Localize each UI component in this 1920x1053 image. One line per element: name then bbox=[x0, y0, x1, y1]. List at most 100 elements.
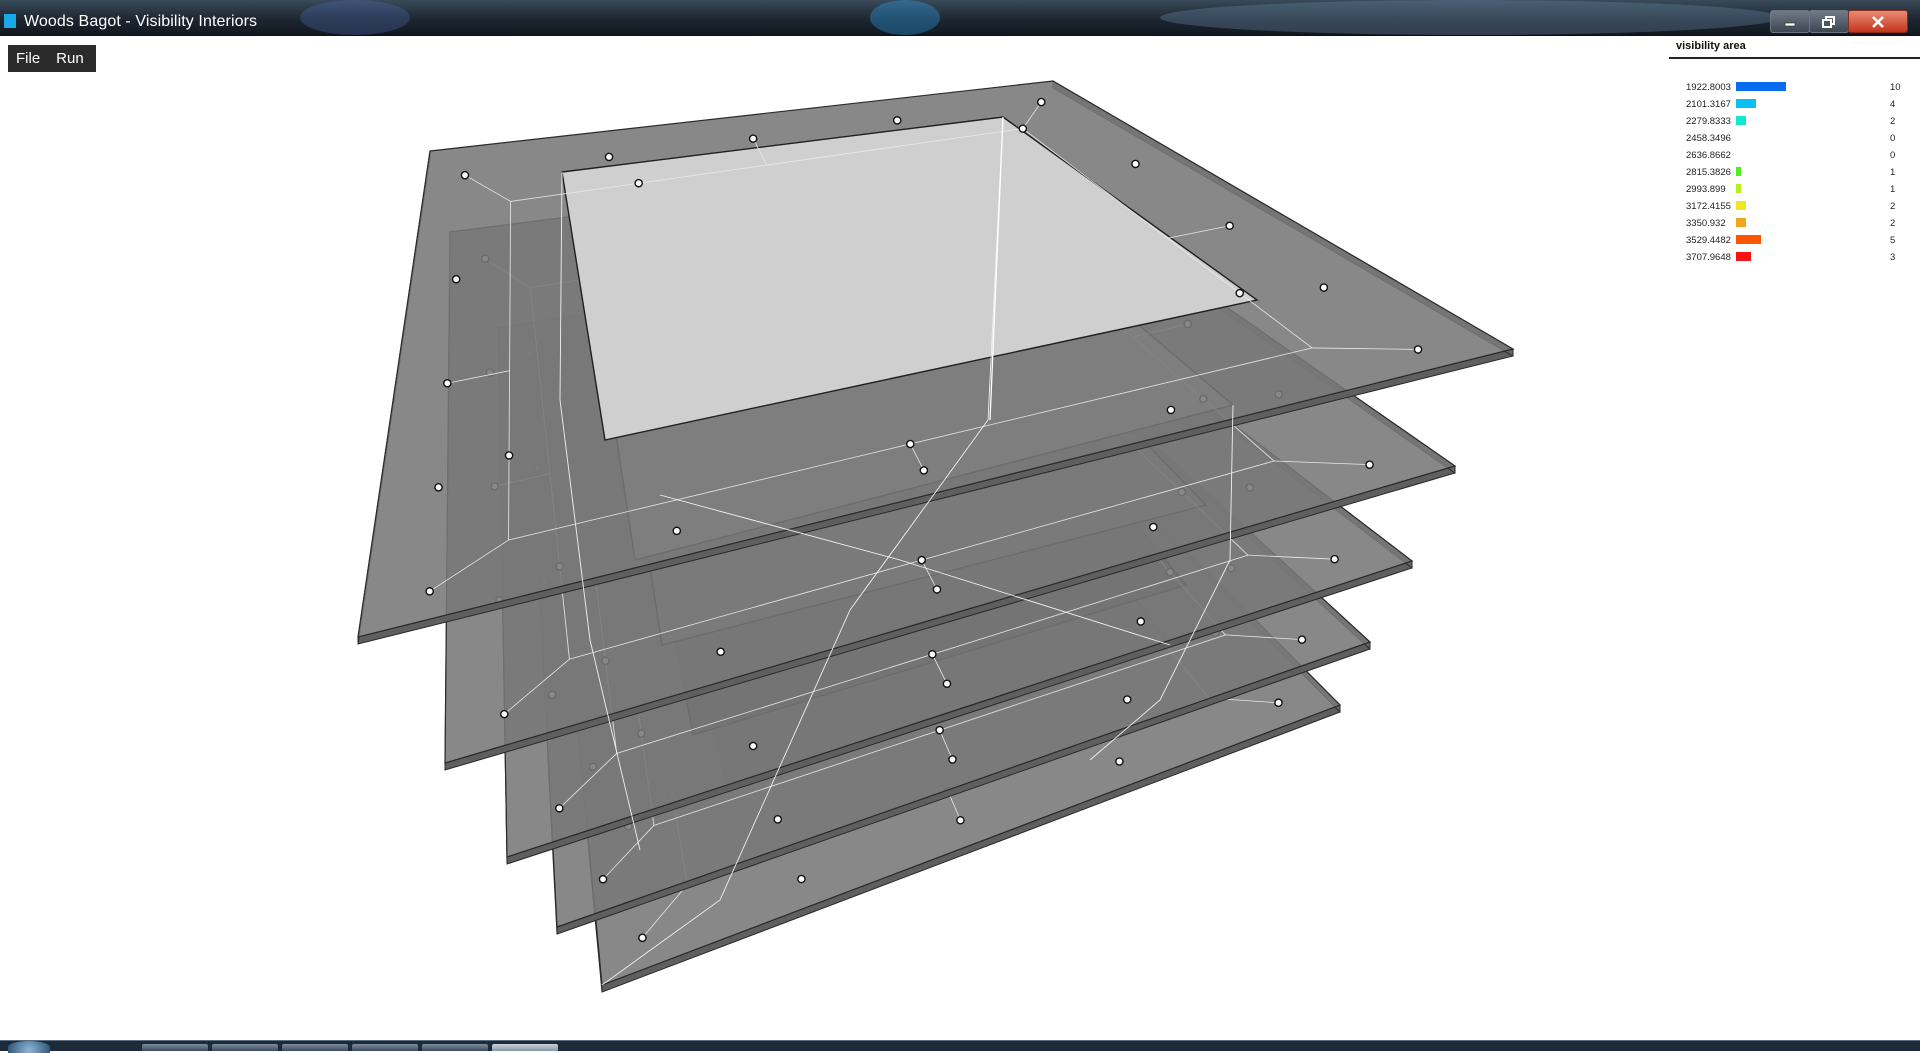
legend-row: 3172.4155 2 bbox=[1668, 199, 1920, 213]
legend-value: 3529.4482 bbox=[1686, 235, 1731, 246]
legend-value: 3707.9648 bbox=[1686, 252, 1731, 263]
node-point bbox=[1225, 221, 1234, 231]
node-point bbox=[1319, 283, 1329, 292]
legend-divider bbox=[1669, 57, 1920, 59]
legend-row: 2279.8333 2 bbox=[1668, 114, 1920, 128]
node-point bbox=[1365, 460, 1374, 469]
menu-file[interactable]: File bbox=[8, 50, 48, 67]
node-point bbox=[935, 725, 944, 735]
close-icon bbox=[1872, 15, 1884, 28]
legend-count: 3 bbox=[1890, 252, 1896, 263]
node-point bbox=[1136, 617, 1146, 626]
node-point bbox=[1413, 345, 1423, 354]
legend-bar bbox=[1736, 184, 1741, 193]
legend-bar bbox=[1736, 167, 1741, 176]
legend-count: 10 bbox=[1890, 82, 1901, 93]
legend-value: 2636.8662 bbox=[1686, 150, 1731, 161]
title-bar: Woods Bagot - Visibility Interiors bbox=[0, 0, 1920, 36]
legend-bar bbox=[1736, 82, 1786, 91]
node-point bbox=[1166, 405, 1176, 415]
legend-count: 0 bbox=[1890, 150, 1896, 161]
minimize-button[interactable] bbox=[1770, 10, 1810, 33]
node-point bbox=[1122, 695, 1132, 704]
node-point bbox=[598, 874, 608, 884]
legend-value: 2815.3826 bbox=[1686, 167, 1731, 178]
start-button[interactable] bbox=[8, 1041, 50, 1053]
taskbar bbox=[0, 1040, 1920, 1053]
close-button[interactable] bbox=[1848, 10, 1908, 33]
visibility-3d-viewport[interactable] bbox=[0, 36, 1920, 1040]
node-point bbox=[748, 134, 758, 143]
node-point bbox=[797, 874, 806, 884]
legend-row: 2815.3826 1 bbox=[1668, 165, 1920, 179]
node-point bbox=[1330, 554, 1339, 564]
legend-row: 2458.3496 0 bbox=[1668, 131, 1920, 145]
legend-row: 2636.8662 0 bbox=[1668, 148, 1920, 162]
legend-count: 1 bbox=[1890, 167, 1896, 178]
node-point bbox=[919, 466, 929, 475]
node-point bbox=[460, 170, 470, 180]
legend-value: 2458.3496 bbox=[1686, 133, 1731, 144]
legend-row: 1922.8003 10 bbox=[1668, 80, 1920, 94]
node-point bbox=[716, 647, 725, 657]
node-point bbox=[604, 152, 614, 162]
legend-row: 3707.9648 3 bbox=[1668, 250, 1920, 264]
legend-row: 2101.3167 4 bbox=[1668, 97, 1920, 111]
legend-bar bbox=[1736, 201, 1746, 210]
legend-value: 2279.8333 bbox=[1686, 116, 1731, 127]
legend-value: 2101.3167 bbox=[1686, 99, 1731, 110]
node-point bbox=[1037, 97, 1046, 107]
node-point bbox=[443, 378, 452, 388]
node-point bbox=[773, 815, 783, 824]
window-title: Woods Bagot - Visibility Interiors bbox=[24, 13, 258, 30]
restore-icon bbox=[1822, 15, 1835, 28]
node-point bbox=[1297, 635, 1307, 644]
node-point bbox=[451, 274, 461, 284]
legend-bar bbox=[1736, 252, 1751, 261]
legend-row: 3350.932 2 bbox=[1668, 216, 1920, 230]
node-point bbox=[1131, 159, 1140, 169]
legend-count: 4 bbox=[1890, 99, 1896, 110]
node-point bbox=[1235, 288, 1245, 298]
node-point bbox=[1018, 124, 1028, 133]
title-bar-backdrop bbox=[300, 0, 410, 35]
legend-value: 3350.932 bbox=[1686, 218, 1726, 229]
legend-count: 0 bbox=[1890, 133, 1896, 144]
node-point bbox=[942, 679, 952, 689]
legend-count: 2 bbox=[1890, 116, 1896, 127]
title-bar-backdrop bbox=[870, 0, 940, 35]
title-bar-backdrop bbox=[1160, 0, 1780, 35]
node-point bbox=[504, 451, 514, 460]
legend-count: 5 bbox=[1890, 235, 1896, 246]
node-point bbox=[434, 483, 443, 492]
legend-count: 1 bbox=[1890, 184, 1896, 195]
legend-value: 3172.4155 bbox=[1686, 201, 1731, 212]
node-point bbox=[956, 815, 965, 825]
legend-value: 1922.8003 bbox=[1686, 82, 1731, 93]
app-icon bbox=[4, 14, 16, 28]
legend-count: 2 bbox=[1890, 201, 1896, 212]
menu-bar: File Run bbox=[8, 45, 96, 72]
legend-row: 3529.4482 5 bbox=[1668, 233, 1920, 247]
restore-button[interactable] bbox=[1809, 10, 1849, 33]
node-point bbox=[928, 649, 937, 659]
node-point bbox=[905, 439, 915, 449]
legend-bar bbox=[1736, 116, 1746, 125]
legend-bar bbox=[1736, 99, 1756, 108]
node-point bbox=[425, 587, 435, 596]
node-point bbox=[499, 709, 509, 719]
legend-count: 2 bbox=[1890, 218, 1896, 229]
node-point bbox=[948, 755, 957, 764]
node-point bbox=[1115, 757, 1124, 766]
window-controls bbox=[1770, 10, 1908, 33]
legend-bar bbox=[1736, 218, 1746, 227]
node-point bbox=[1148, 522, 1158, 532]
legend-value: 2993.899 bbox=[1686, 184, 1726, 195]
node-point bbox=[634, 178, 643, 188]
node-point bbox=[1274, 698, 1283, 708]
node-point bbox=[638, 933, 647, 943]
node-point bbox=[892, 116, 902, 125]
node-point bbox=[932, 585, 942, 594]
node-point bbox=[748, 741, 758, 751]
menu-run[interactable]: Run bbox=[48, 50, 92, 67]
